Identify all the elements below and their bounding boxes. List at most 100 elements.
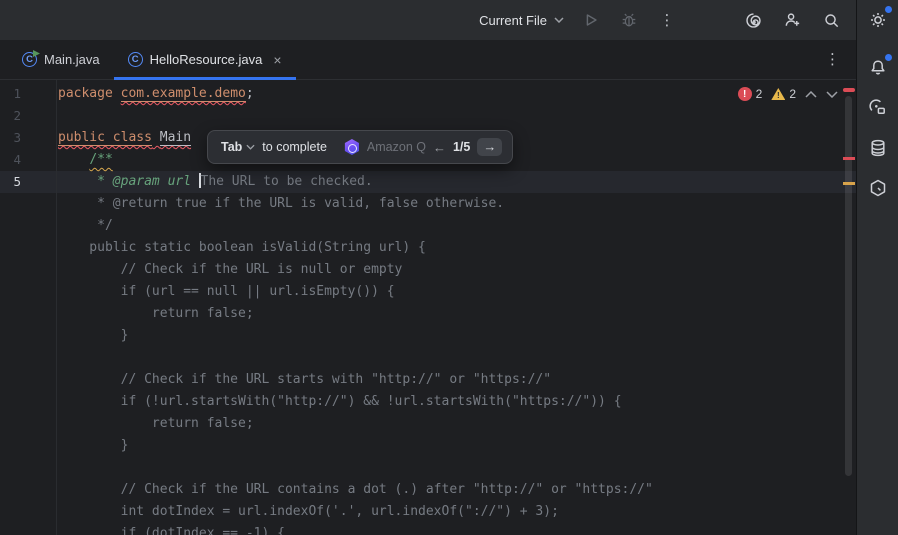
gutter-line-number[interactable] bbox=[0, 479, 56, 501]
code-line-ghost-7[interactable]: public static boolean isValid(String url… bbox=[58, 237, 840, 259]
right-arrow-icon: → bbox=[483, 139, 496, 154]
gutter-line-number[interactable] bbox=[0, 259, 56, 281]
tab-main-java[interactable]: C Main.java bbox=[8, 40, 114, 79]
settings-gear-icon bbox=[868, 10, 888, 30]
dependencies-tool-button[interactable] bbox=[861, 173, 895, 203]
endpoints-icon bbox=[868, 98, 888, 118]
kebab-menu-icon: ⋮ bbox=[823, 52, 842, 67]
run-widget: Current File ⋮ bbox=[479, 9, 678, 31]
amazon-q-icon bbox=[344, 139, 360, 155]
gutter-line-number[interactable] bbox=[0, 391, 56, 413]
gutter-line-number[interactable] bbox=[0, 325, 56, 347]
gutter: 12345 bbox=[0, 80, 57, 535]
class-icon-glyph: C bbox=[132, 54, 139, 65]
editor-tab-bar: C Main.java C HelloResource.java × ⋮ bbox=[0, 40, 856, 80]
ai-assistant-icon bbox=[744, 11, 763, 30]
gutter-line-number[interactable]: 3 bbox=[0, 127, 56, 149]
gutter-line-number[interactable]: 5 bbox=[0, 171, 56, 193]
gutter-line-number[interactable]: 1 bbox=[0, 83, 56, 105]
close-tab-icon[interactable]: × bbox=[273, 53, 281, 67]
toolbar-more-button[interactable]: ⋮ bbox=[656, 9, 678, 31]
notifications-button[interactable] bbox=[861, 53, 895, 83]
scrollbar-thumb[interactable] bbox=[845, 96, 852, 476]
code-line-ghost-18[interactable]: // Check if the URL contains a dot (.) a… bbox=[58, 479, 840, 501]
code-line-1[interactable]: package com.example.demo; bbox=[58, 83, 840, 105]
code-token: Main bbox=[160, 130, 191, 146]
code-line-ghost-15[interactable]: return false; bbox=[58, 413, 840, 435]
settings-button[interactable] bbox=[861, 5, 895, 35]
code-token: ; bbox=[246, 86, 254, 101]
ai-assistant-button[interactable] bbox=[742, 9, 764, 31]
gutter-line-number[interactable] bbox=[0, 215, 56, 237]
code-line-ghost-19[interactable]: int dotIndex = url.indexOf('.', url.inde… bbox=[58, 501, 840, 523]
main-toolbar: Current File ⋮ bbox=[0, 0, 856, 40]
code-token: */ bbox=[58, 218, 113, 233]
scrollbar-error-stripe[interactable] bbox=[842, 80, 856, 535]
warning-stripe-mark[interactable] bbox=[843, 182, 855, 185]
java-class-icon: C bbox=[22, 52, 37, 67]
analyzer-status-mark[interactable] bbox=[843, 88, 855, 92]
tab-helloresource-java[interactable]: C HelloResource.java × bbox=[114, 40, 296, 79]
gutter-line-number[interactable]: 4 bbox=[0, 149, 56, 171]
gutter-line-number[interactable] bbox=[0, 347, 56, 369]
gutter-line-number[interactable] bbox=[0, 435, 56, 457]
endpoints-tool-button[interactable] bbox=[861, 93, 895, 123]
tab-options-button[interactable]: ⋮ bbox=[809, 40, 856, 79]
dependencies-hexagon-icon bbox=[868, 178, 888, 198]
code-token bbox=[152, 130, 160, 145]
code-line-ghost-14[interactable]: if (!url.startsWith("http://") && !url.s… bbox=[58, 391, 840, 413]
code-line-ghost-5[interactable]: * @return true if the URL is valid, fals… bbox=[58, 193, 840, 215]
error-stripe-mark[interactable] bbox=[843, 157, 855, 160]
tab-key-dropdown[interactable]: Tab bbox=[221, 140, 255, 154]
gutter-line-number[interactable] bbox=[0, 369, 56, 391]
code-line-ghost-11[interactable]: } bbox=[58, 325, 840, 347]
add-user-button[interactable] bbox=[781, 9, 803, 31]
code-line-ghost-20[interactable]: if (dotIndex == -1) { bbox=[58, 523, 840, 535]
gutter-line-number[interactable] bbox=[0, 193, 56, 215]
warning-count: 2 bbox=[789, 87, 796, 101]
code-line-ghost-16[interactable]: } bbox=[58, 435, 840, 457]
inspections-widget[interactable]: ! 2 ! 2 bbox=[738, 87, 838, 101]
code-token: // Check if the URL starts with "http://… bbox=[58, 372, 551, 387]
code-editor[interactable]: 12345 package com.example.demo;public cl… bbox=[0, 80, 856, 535]
code-line-ghost-8[interactable]: // Check if the URL is null or empty bbox=[58, 259, 840, 281]
toolbar-right-icons bbox=[742, 9, 842, 31]
run-configuration-selector[interactable]: Current File bbox=[479, 13, 564, 28]
code-line-ghost-10[interactable]: return false; bbox=[58, 303, 840, 325]
gutter-line-number[interactable] bbox=[0, 501, 56, 523]
next-problem-chevron-icon[interactable] bbox=[826, 91, 838, 98]
code-token bbox=[58, 174, 97, 189]
warning-icon: ! bbox=[771, 88, 785, 100]
code-token: public static boolean isValid(String url… bbox=[58, 240, 426, 255]
gutter-line-number[interactable] bbox=[0, 303, 56, 325]
code-line-5[interactable]: * @param url The URL to be checked. bbox=[58, 171, 840, 193]
gutter-line-number[interactable] bbox=[0, 237, 56, 259]
gutter-line-number[interactable] bbox=[0, 413, 56, 435]
ide-window: Current File ⋮ bbox=[0, 0, 898, 535]
next-suggestion-arrow-button[interactable]: → bbox=[477, 138, 502, 157]
code-line-2[interactable] bbox=[58, 105, 840, 127]
previous-suggestion-arrow-icon[interactable]: ← bbox=[433, 140, 446, 155]
previous-problem-chevron-icon[interactable] bbox=[805, 91, 817, 98]
gutter-line-number[interactable] bbox=[0, 281, 56, 303]
run-button[interactable] bbox=[580, 9, 602, 31]
code-token: } bbox=[58, 328, 128, 343]
code-line-ghost-6[interactable]: */ bbox=[58, 215, 840, 237]
gutter-line-number[interactable] bbox=[0, 523, 56, 535]
search-button[interactable] bbox=[820, 9, 842, 31]
warning-count-item[interactable]: ! 2 bbox=[771, 87, 796, 101]
code-token: * bbox=[97, 174, 113, 189]
code-line-ghost-12[interactable] bbox=[58, 347, 840, 369]
debug-button[interactable] bbox=[618, 9, 640, 31]
code-line-ghost-9[interactable]: if (url == null || url.isEmpty()) { bbox=[58, 281, 840, 303]
error-count-item[interactable]: ! 2 bbox=[738, 87, 763, 101]
debug-bug-icon bbox=[620, 11, 638, 29]
database-tool-button[interactable] bbox=[861, 133, 895, 163]
code-line-ghost-13[interactable]: // Check if the URL starts with "http://… bbox=[58, 369, 840, 391]
notification-dot bbox=[885, 54, 892, 61]
code-line-ghost-17[interactable] bbox=[58, 457, 840, 479]
code-token: The URL to be checked. bbox=[201, 174, 373, 189]
code-token: // Check if the URL is null or empty bbox=[58, 262, 402, 277]
gutter-line-number[interactable]: 2 bbox=[0, 105, 56, 127]
gutter-line-number[interactable] bbox=[0, 457, 56, 479]
